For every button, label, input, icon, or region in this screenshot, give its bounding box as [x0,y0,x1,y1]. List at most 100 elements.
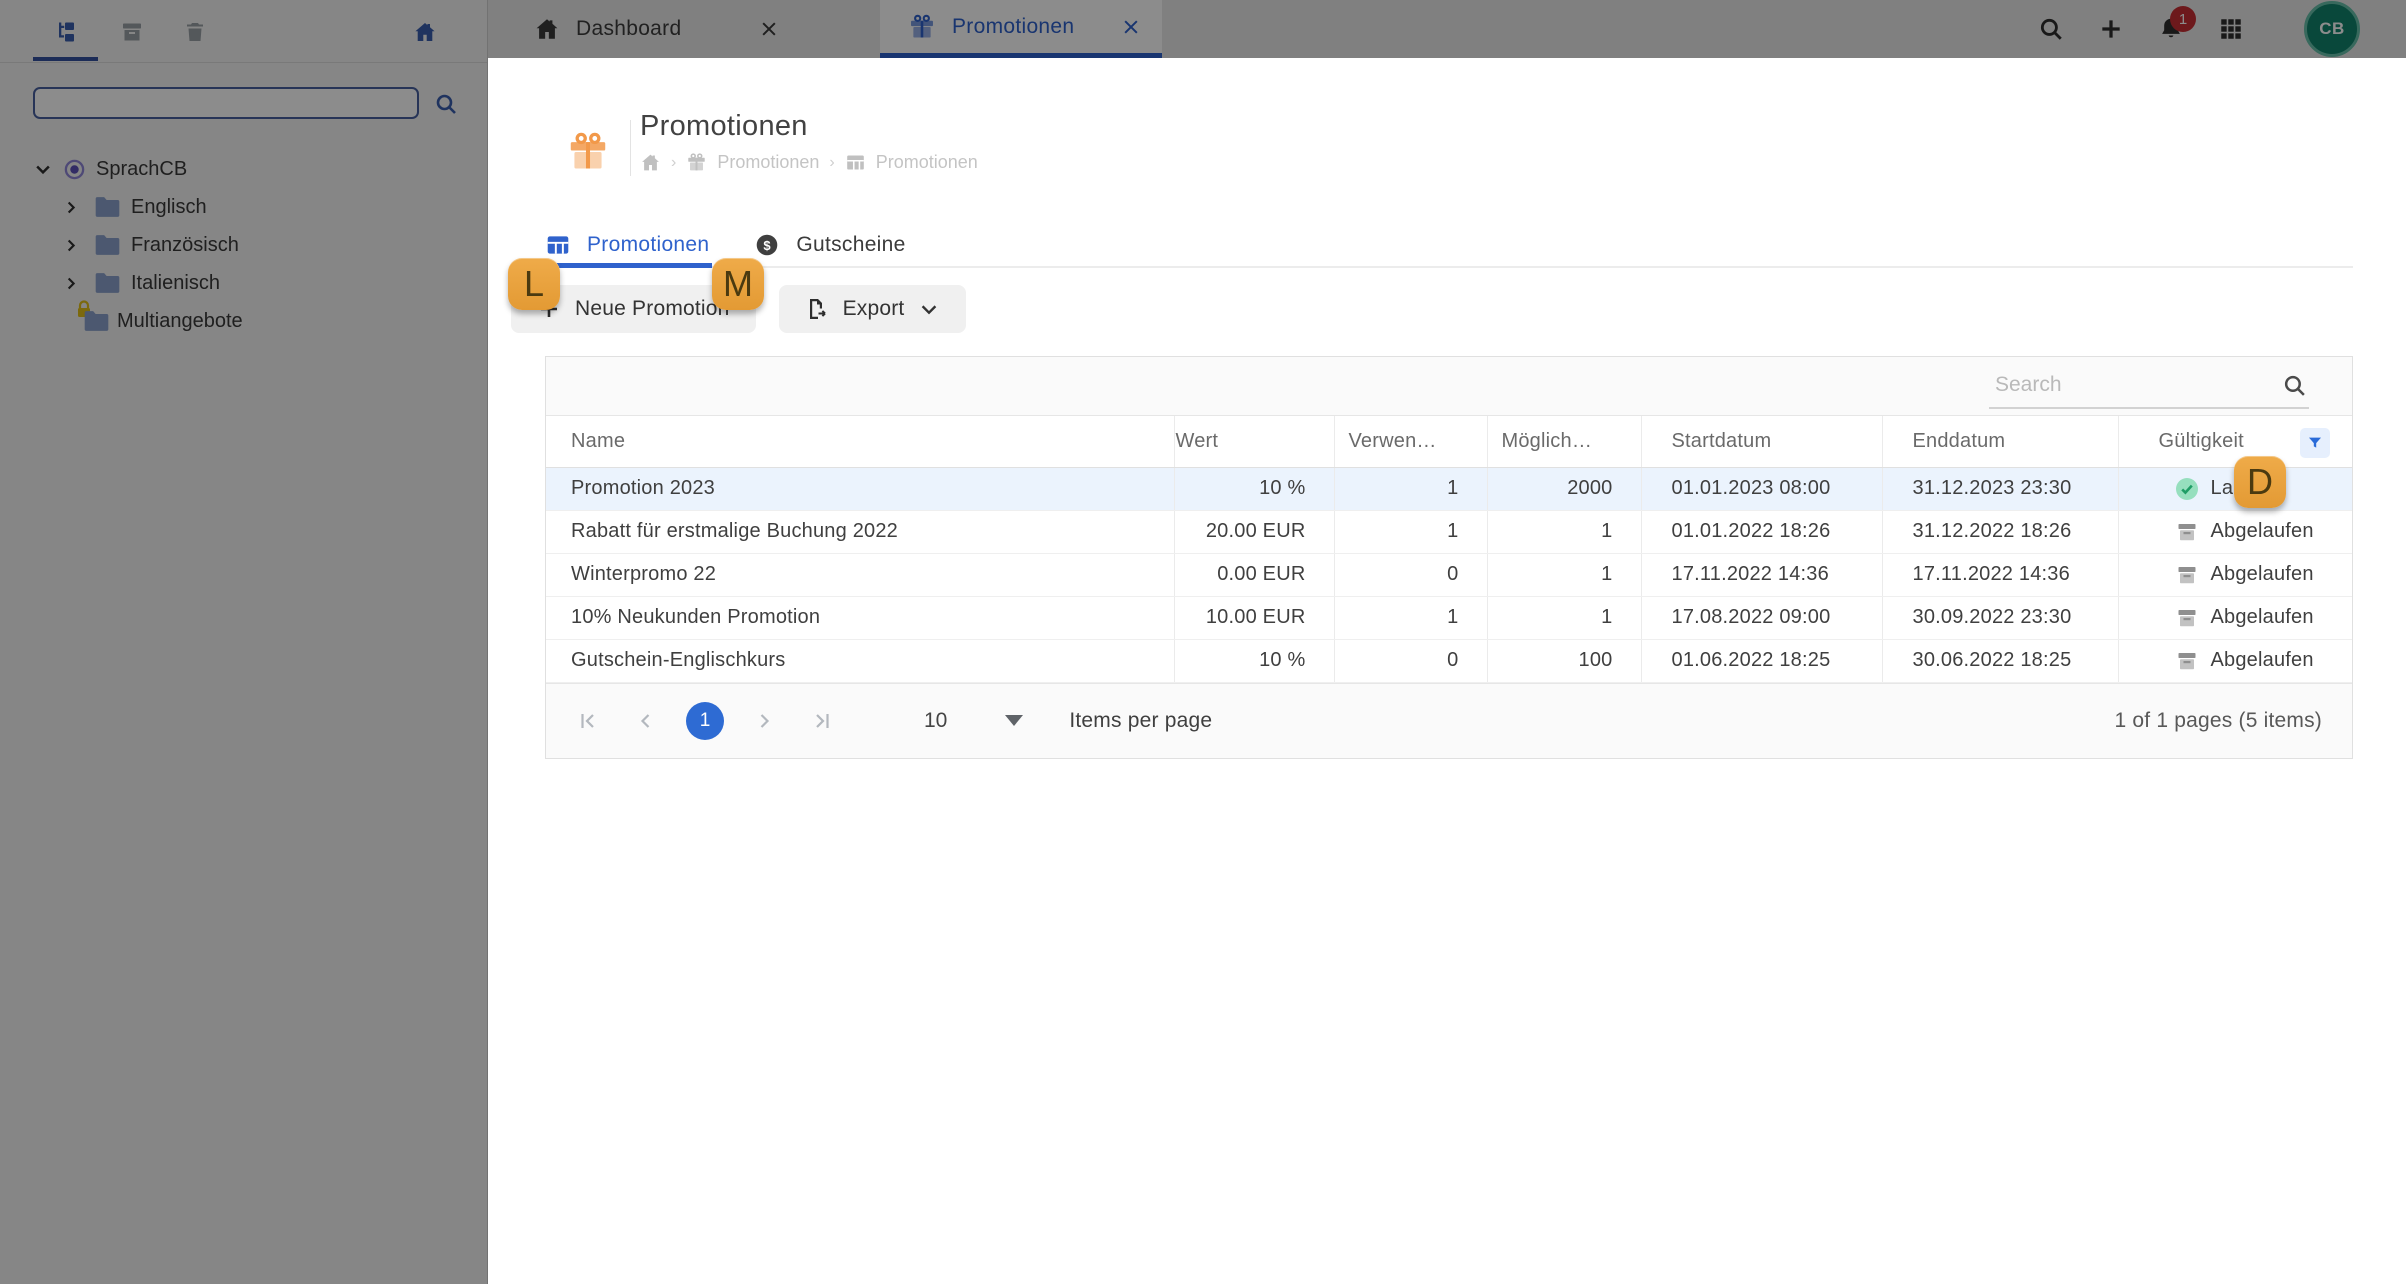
table-cell: 30.09.2022 23:30 [1882,596,2119,640]
close-icon[interactable] [1118,14,1144,40]
tab-gutscheine[interactable]: $ Gutscheine [754,224,905,266]
marker-D[interactable]: D [2234,456,2286,508]
apps-grid-icon[interactable] [2218,16,2244,42]
chevron-right-icon[interactable] [63,275,80,292]
archive-icon[interactable] [120,20,144,44]
avatar[interactable]: CB [2304,1,2360,57]
marker-M[interactable]: M [712,258,764,310]
search-icon[interactable] [434,92,458,116]
table-cell: Winterpromo 22 [546,553,1175,597]
last-page-button[interactable] [804,703,840,739]
notification-badge: 1 [2170,6,2196,32]
archive-box-icon [2175,606,2199,630]
tree-item-label: Multiangebote [117,309,243,332]
table-cell: 31.12.2023 23:30 [1882,467,2119,511]
chevron-down-icon [918,298,940,320]
tree-item[interactable]: Italienisch [0,264,488,302]
table-row[interactable]: 10% Neukunden Promotion 10.00 EUR 1 1 17.08.… [546,596,2352,640]
table-cell: Rabatt für erstmalige Buchung 2022 [546,510,1175,554]
close-icon[interactable] [756,16,782,42]
table-cell: 17.11.2022 14:36 [1641,553,1883,597]
chevron-right-icon: › [829,153,835,171]
folder-tree: SprachCB Englisch Französisch Italienisch … [0,150,488,340]
table-cell: 1 [1487,596,1642,640]
table-row[interactable]: Gutschein-Englischkurs 10 % 0 100 01.06.2022… [546,639,2352,683]
table-row[interactable]: Promotion 2023 10 % 1 2000 01.01.2023 08:00 3… [546,467,2352,511]
breadcrumb-item[interactable]: Promotionen [876,152,978,173]
tab-dashboard[interactable]: Dashboard [500,0,800,58]
folder-icon [94,196,121,218]
gift-icon[interactable] [686,152,707,173]
sidebar-search [0,62,488,140]
tab-promotionen-content[interactable]: Promotionen [545,224,709,266]
tree-item-root[interactable]: SprachCB [0,150,488,188]
tree-item[interactable]: Französisch [0,226,488,264]
check-circle-icon [2175,477,2199,501]
pager: 1 10 Items per page 1 of 1 pages (5 item… [546,682,2352,758]
pager-summary: 1 of 1 pages (5 items) [2114,708,2322,732]
table-cell: 17.08.2022 09:00 [1641,596,1883,640]
table-cell: 1 [1334,510,1488,554]
table-search-input[interactable] [1989,369,2275,401]
tabs-divider [545,266,2353,268]
table-row[interactable]: Winterpromo 22 0.00 EUR 0 1 17.11.2022 14:36… [546,553,2352,597]
page-size-dropdown[interactable]: 10 [924,709,1024,733]
next-page-button[interactable] [746,703,782,739]
sidebar-search-input[interactable] [33,87,419,119]
validity-label: Abgelaufen [2210,520,2314,542]
tree-view-icon[interactable] [55,20,79,44]
previous-page-button[interactable] [628,703,664,739]
search-icon[interactable] [2282,373,2307,398]
column-header[interactable]: Enddatum [1882,416,2119,468]
marker-L[interactable]: L [508,258,560,310]
gift-icon [908,13,936,41]
tree-item-multiangebote[interactable]: Multiangebote [0,300,488,340]
chevron-down-icon[interactable] [33,159,53,179]
tree-item-label: Englisch [131,195,207,218]
tab-dashboard-label: Dashboard [576,17,682,40]
current-page-button[interactable]: 1 [686,701,724,740]
table-toolbar [546,357,2352,416]
export-button[interactable]: Export [778,285,967,333]
table-cell: 0.00 EUR [1174,553,1335,597]
add-icon[interactable] [2098,16,2124,42]
app-window: Dashboard Promotionen 1 CB SprachCB Engl… [0,0,2406,1284]
active-tab-underline [545,263,712,268]
tab-promotionen[interactable]: Promotionen [880,0,1162,58]
table-icon[interactable] [845,152,866,173]
home-icon[interactable] [640,152,661,173]
caret-down-icon [1005,715,1024,726]
notifications-bell-icon[interactable]: 1 [2158,6,2196,42]
column-header[interactable]: Möglich… [1487,416,1642,468]
svg-text:$: $ [764,238,772,253]
column-header[interactable]: Wert [1174,416,1335,468]
first-page-button[interactable] [570,703,606,739]
table-cell: 1 [1334,596,1488,640]
validity-cell: Abgelaufen [2118,510,2352,554]
chevron-right-icon[interactable] [63,199,80,216]
table-cell: 01.01.2023 08:00 [1641,467,1883,511]
divider [630,120,631,176]
table-header-row: Name Wert Verwen… Möglich… Startdatum Enddatu… [546,416,2352,468]
tree-item-label: Französisch [131,233,239,256]
tree-item-label: SprachCB [96,157,188,180]
folder-icon [83,310,110,332]
column-header[interactable]: Gültigkeit [2118,416,2352,468]
tree-item[interactable]: Englisch [0,188,488,226]
trash-icon[interactable] [183,20,207,44]
search-icon[interactable] [2038,16,2064,42]
chevron-right-icon[interactable] [63,237,80,254]
column-header[interactable]: Name [546,416,1175,468]
table-cell: 10 % [1174,639,1335,683]
home-icon[interactable] [413,20,437,44]
table-row[interactable]: Rabatt für erstmalige Buchung 2022 20.00 … [546,510,2352,554]
table-cell: 01.06.2022 18:25 [1641,639,1883,683]
breadcrumb-item[interactable]: Promotionen [717,152,819,173]
column-header[interactable]: Startdatum [1641,416,1883,468]
tab-label: Promotionen [587,233,710,256]
column-header[interactable]: Verwen… [1334,416,1488,468]
filter-button[interactable] [2300,428,2330,458]
archive-box-icon [2175,520,2199,544]
validity-cell: Abgelaufen [2118,596,2352,640]
tab-promotionen-label: Promotionen [952,14,1075,38]
